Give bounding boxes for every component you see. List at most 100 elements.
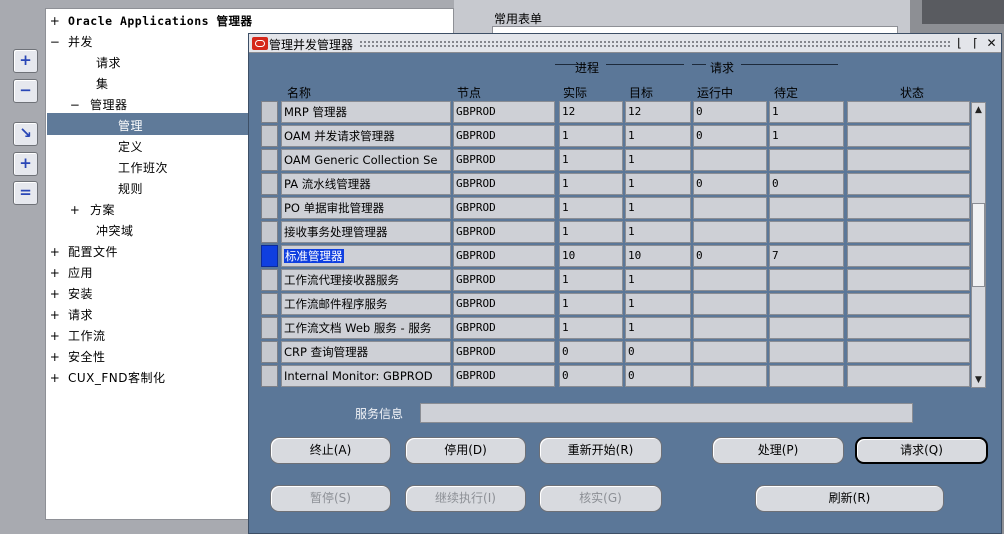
cell-node[interactable]: GBPROD	[453, 221, 555, 243]
row-selector[interactable]	[261, 101, 278, 123]
tree-item-request-top[interactable]: + 请求	[48, 305, 93, 326]
cell-name[interactable]: OAM 并发请求管理器	[281, 125, 451, 147]
tree-toggle-icon[interactable]: +	[48, 326, 62, 347]
suspend-button[interactable]: 暂停(S)	[270, 485, 391, 512]
cell-pending[interactable]	[769, 221, 844, 243]
tree-toggle-icon[interactable]: −	[68, 95, 82, 116]
tree-item-requests[interactable]: 请求	[96, 53, 121, 74]
cell-running[interactable]	[693, 317, 767, 339]
cell-name[interactable]: PO 单据审批管理器	[281, 197, 451, 219]
vertical-scrollbar[interactable]: ▲ ▼	[971, 102, 986, 388]
cell-actual[interactable]: 1	[559, 149, 623, 171]
tree-item-administer[interactable]: 管理	[118, 116, 143, 137]
tree-item-managers[interactable]: − 管理器	[68, 95, 128, 116]
tree-item-applications[interactable]: + 应用	[48, 263, 93, 284]
cell-target[interactable]: 12	[625, 101, 691, 123]
cell-pending[interactable]: 7	[769, 245, 844, 267]
cell-pending[interactable]: 0	[769, 173, 844, 195]
cell-running[interactable]	[693, 341, 767, 363]
cell-name[interactable]: 标准管理器	[281, 245, 451, 267]
request-button[interactable]: 请求(Q)	[855, 437, 988, 464]
expand-all-icon[interactable]: +	[13, 152, 38, 176]
cell-target[interactable]: 1	[625, 269, 691, 291]
tree-item-security[interactable]: + 安全性	[48, 347, 106, 368]
cell-name[interactable]: OAM Generic Collection Se	[281, 149, 451, 171]
cell-pending[interactable]	[769, 317, 844, 339]
cell-name[interactable]: 工作流文档 Web 服务 - 服务	[281, 317, 451, 339]
restart-button[interactable]: 重新开始(R)	[539, 437, 662, 464]
cell-status[interactable]	[847, 221, 970, 243]
cell-status[interactable]	[847, 173, 970, 195]
row-selector[interactable]	[261, 293, 278, 315]
cell-name[interactable]: 工作流邮件程序服务	[281, 293, 451, 315]
cell-node[interactable]: GBPROD	[453, 125, 555, 147]
expand-branch-icon[interactable]: ↘	[13, 122, 38, 146]
tree-toggle-icon[interactable]: −	[48, 32, 62, 53]
scroll-down-icon[interactable]: ▼	[972, 373, 985, 387]
cell-status[interactable]	[847, 293, 970, 315]
cell-status[interactable]	[847, 341, 970, 363]
cell-actual[interactable]: 1	[559, 317, 623, 339]
cell-status[interactable]	[847, 317, 970, 339]
tree-item-rules[interactable]: 规则	[118, 179, 143, 200]
row-selector[interactable]	[261, 341, 278, 363]
cell-running[interactable]: 0	[693, 173, 767, 195]
cell-target[interactable]: 1	[625, 173, 691, 195]
cell-status[interactable]	[847, 197, 970, 219]
terminate-button[interactable]: 终止(A)	[270, 437, 391, 464]
tree-toggle-icon[interactable]: +	[48, 11, 62, 32]
cell-node[interactable]: GBPROD	[453, 245, 555, 267]
cell-running[interactable]	[693, 149, 767, 171]
cell-target[interactable]: 0	[625, 365, 691, 387]
cell-actual[interactable]: 1	[559, 221, 623, 243]
row-selector[interactable]	[261, 173, 278, 195]
cell-running[interactable]	[693, 269, 767, 291]
cell-pending[interactable]	[769, 365, 844, 387]
cell-name[interactable]: 接收事务处理管理器	[281, 221, 451, 243]
cell-pending[interactable]: 1	[769, 125, 844, 147]
tree-item-install[interactable]: + 安装	[48, 284, 93, 305]
row-selector[interactable]	[261, 269, 278, 291]
tree-toggle-icon[interactable]: +	[48, 368, 62, 389]
cell-running[interactable]: 0	[693, 125, 767, 147]
window-titlebar[interactable]: 管理并发管理器 ⌊ ⌈ ✕	[249, 34, 1001, 53]
tree-toggle-icon[interactable]: +	[48, 242, 62, 263]
cell-actual[interactable]: 0	[559, 365, 623, 387]
verify-button[interactable]: 核实(G)	[539, 485, 662, 512]
resume-button[interactable]: 继续执行(I)	[405, 485, 526, 512]
tree-item-work-shifts[interactable]: 工作班次	[118, 158, 168, 179]
row-selector[interactable]	[261, 221, 278, 243]
tree-toggle-icon[interactable]: +	[48, 284, 62, 305]
cell-node[interactable]: GBPROD	[453, 173, 555, 195]
cell-node[interactable]: GBPROD	[453, 293, 555, 315]
cell-pending[interactable]: 1	[769, 101, 844, 123]
expand-icon[interactable]: +	[13, 49, 38, 73]
cell-actual[interactable]: 10	[559, 245, 623, 267]
scroll-up-icon[interactable]: ▲	[972, 103, 985, 117]
cell-name[interactable]: 工作流代理接收器服务	[281, 269, 451, 291]
refresh-button[interactable]: 刷新(R)	[755, 485, 944, 512]
cell-target[interactable]: 10	[625, 245, 691, 267]
cell-name[interactable]: CRP 查询管理器	[281, 341, 451, 363]
row-selector[interactable]	[261, 365, 278, 387]
cell-target[interactable]: 1	[625, 125, 691, 147]
cell-pending[interactable]	[769, 149, 844, 171]
cell-target[interactable]: 0	[625, 341, 691, 363]
tree-item-oracle-applications[interactable]: + Oracle Applications 管理器	[48, 11, 252, 32]
cell-actual[interactable]: 12	[559, 101, 623, 123]
cell-actual[interactable]: 1	[559, 125, 623, 147]
cell-status[interactable]	[847, 269, 970, 291]
tree-toggle-icon[interactable]: +	[48, 347, 62, 368]
cell-status[interactable]	[847, 245, 970, 267]
cell-actual[interactable]: 0	[559, 341, 623, 363]
cell-node[interactable]: GBPROD	[453, 197, 555, 219]
cell-pending[interactable]	[769, 269, 844, 291]
tree-item-define[interactable]: 定义	[118, 137, 143, 158]
tree-item-conflict-domains[interactable]: 冲突域	[96, 221, 134, 242]
cell-node[interactable]: GBPROD	[453, 101, 555, 123]
cell-actual[interactable]: 1	[559, 293, 623, 315]
service-info-field[interactable]	[420, 403, 913, 423]
cell-running[interactable]: 0	[693, 245, 767, 267]
tree-item-profiles[interactable]: + 配置文件	[48, 242, 118, 263]
tree-item-workflow[interactable]: + 工作流	[48, 326, 106, 347]
